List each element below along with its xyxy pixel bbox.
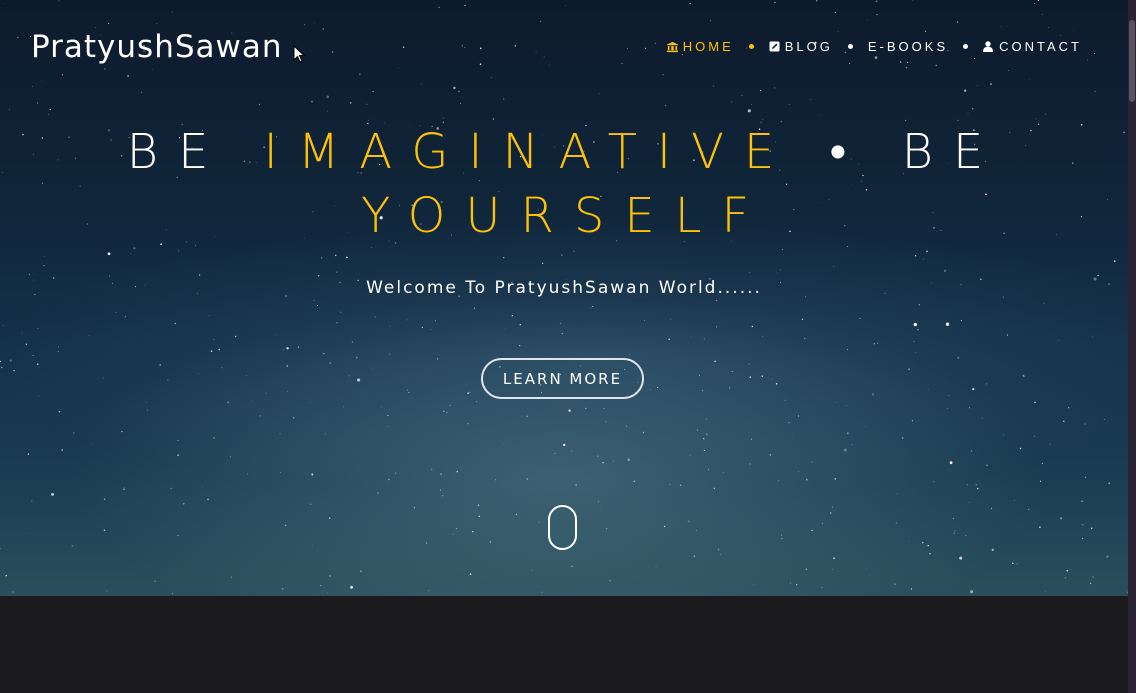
main-nav: HOME BLOG E-BOOKS CONTACT [666, 39, 1082, 54]
hero-subtitle: Welcome To PratyushSawan World...... [366, 278, 762, 298]
nav-label-contact: CONTACT [999, 39, 1082, 54]
nav-item-contact[interactable]: CONTACT [983, 39, 1082, 54]
nav-item-home[interactable]: HOME [666, 39, 734, 54]
nav-item-blog[interactable]: BLOG [769, 39, 833, 54]
content-section [0, 596, 1128, 693]
learn-more-button[interactable]: LEARN MORE [481, 358, 644, 399]
headline-be-1: BE [126, 124, 229, 180]
headline-yourself: YOURSELF [360, 188, 770, 244]
headline-separator: • [829, 124, 867, 180]
scroll-down-mouse-icon[interactable] [548, 505, 577, 550]
scrollbar-thumb[interactable] [1129, 20, 1135, 102]
user-icon [983, 41, 994, 52]
mouse-cursor-icon [293, 45, 305, 63]
headline-be-2: BE [901, 124, 1004, 180]
hero-headline: BE IMAGINATIVE • BE YOURSELF [100, 120, 1030, 248]
nav-label-blog: BLOG [784, 39, 833, 54]
nav-separator-dot [748, 44, 754, 49]
edit-icon [769, 41, 780, 52]
site-logo[interactable]: PratyushSawan [31, 29, 283, 65]
nav-item-ebooks[interactable]: E-BOOKS [868, 39, 948, 54]
hero-section: PratyushSawan HOME BLOG E-BOOKS CONTACT [0, 0, 1128, 596]
nav-label-ebooks: E-BOOKS [867, 39, 949, 54]
nav-separator-dot [847, 44, 853, 49]
bank-icon [666, 41, 678, 53]
nav-label-home: HOME [682, 39, 734, 54]
nav-separator-dot [963, 44, 969, 49]
scrollbar[interactable] [1128, 0, 1136, 693]
headline-imaginative: IMAGINATIVE [263, 124, 795, 180]
